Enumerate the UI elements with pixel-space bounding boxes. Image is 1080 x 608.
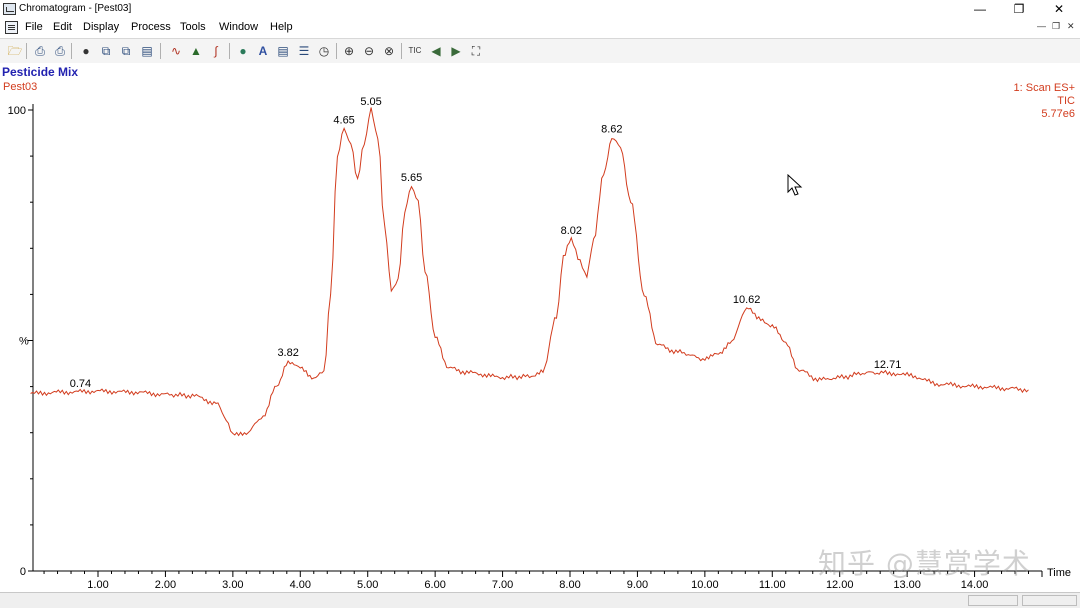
x-tick-label: 6.00 [424, 579, 445, 591]
peak-label: 3.82 [277, 347, 298, 359]
series-line [30, 107, 1029, 437]
status-bar [0, 592, 1080, 608]
y-tick-label: 0 [20, 566, 26, 578]
x-tick-label: 1.00 [87, 579, 108, 591]
status-pane [1022, 595, 1077, 606]
status-pane [968, 595, 1018, 606]
chromatogram-chart[interactable]: 0 100% 1.00 2.00 3.00 4.00 5.00 6.00 7.00 8.00 9.0… [0, 0, 1080, 607]
peak-label: 5.65 [401, 172, 422, 184]
watermark: 知乎 @慧赏学术 [818, 547, 1031, 580]
x-tick-label: 9.00 [627, 579, 648, 591]
x-axis-label: Time [1047, 567, 1071, 579]
mouse-cursor-icon [787, 174, 803, 196]
x-tick-label: 8.00 [559, 579, 580, 591]
peak-label: 8.02 [561, 225, 582, 237]
x-tick-label: 5.00 [357, 579, 378, 591]
x-tick-label: 11.00 [759, 579, 786, 591]
x-tick-label: 7.00 [492, 579, 513, 591]
peak-label: 5.05 [360, 96, 381, 108]
peak-label: 10.62 [733, 294, 761, 306]
y-tick-label: 100 [8, 105, 26, 117]
peak-label: 12.71 [874, 359, 902, 371]
peak-label: 0.74 [70, 378, 91, 390]
peak-label: 8.62 [601, 124, 622, 136]
y-axis-label: % [19, 336, 29, 348]
x-tick-label: 10.00 [691, 579, 719, 591]
x-tick-label: 4.00 [290, 579, 311, 591]
peak-label: 4.65 [333, 114, 354, 126]
x-tick-label: 2.00 [155, 579, 176, 591]
x-tick-label: 3.00 [222, 579, 243, 591]
